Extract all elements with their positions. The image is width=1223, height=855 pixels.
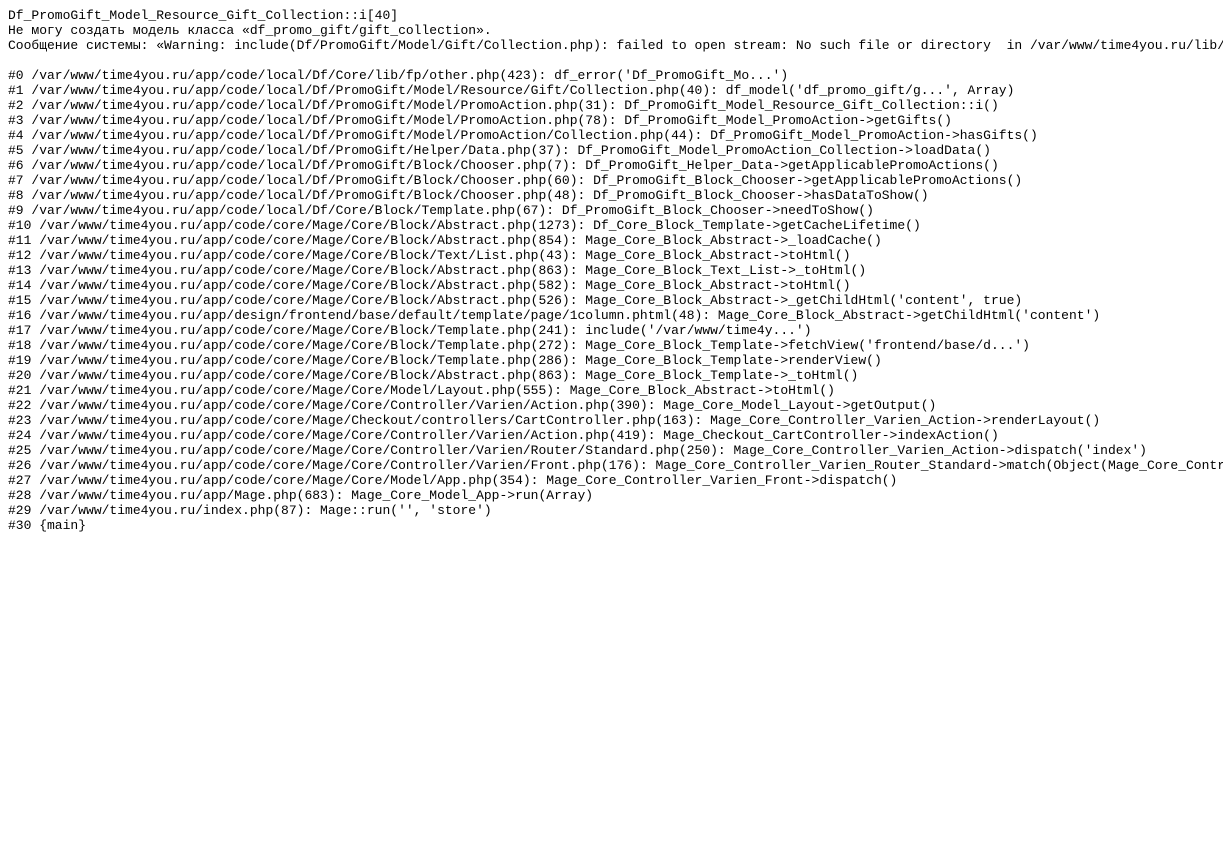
stack-trace-line: #14 /var/www/time4you.ru/app/code/core/M… <box>8 278 1215 293</box>
stack-trace-line: #27 /var/www/time4you.ru/app/code/core/M… <box>8 473 1215 488</box>
stack-trace-line: #8 /var/www/time4you.ru/app/code/local/D… <box>8 188 1215 203</box>
stack-trace-line: #15 /var/www/time4you.ru/app/code/core/M… <box>8 293 1215 308</box>
stack-trace-line: #16 /var/www/time4you.ru/app/design/fron… <box>8 308 1215 323</box>
stack-trace-line: #18 /var/www/time4you.ru/app/code/core/M… <box>8 338 1215 353</box>
stack-trace-line: #17 /var/www/time4you.ru/app/code/core/M… <box>8 323 1215 338</box>
stack-trace-line: #6 /var/www/time4you.ru/app/code/local/D… <box>8 158 1215 173</box>
error-message-line: Не могу создать модель класса «df_promo_… <box>8 23 1215 38</box>
stack-trace-line: #12 /var/www/time4you.ru/app/code/core/M… <box>8 248 1215 263</box>
error-dump: Df_PromoGift_Model_Resource_Gift_Collect… <box>8 8 1215 533</box>
system-message-line: Сообщение системы: «Warning: include(Df/… <box>8 38 1215 53</box>
stack-trace-line: #9 /var/www/time4you.ru/app/code/local/D… <box>8 203 1215 218</box>
stack-trace-line: #0 /var/www/time4you.ru/app/code/local/D… <box>8 68 1215 83</box>
stack-trace-line: #2 /var/www/time4you.ru/app/code/local/D… <box>8 98 1215 113</box>
stack-trace-line: #21 /var/www/time4you.ru/app/code/core/M… <box>8 383 1215 398</box>
stack-trace: #0 /var/www/time4you.ru/app/code/local/D… <box>8 68 1215 533</box>
stack-trace-line: #24 /var/www/time4you.ru/app/code/core/M… <box>8 428 1215 443</box>
stack-trace-line: #20 /var/www/time4you.ru/app/code/core/M… <box>8 368 1215 383</box>
stack-trace-line: #26 /var/www/time4you.ru/app/code/core/M… <box>8 458 1215 473</box>
stack-trace-line: #25 /var/www/time4you.ru/app/code/core/M… <box>8 443 1215 458</box>
blank-line <box>8 53 1215 68</box>
stack-trace-line: #1 /var/www/time4you.ru/app/code/local/D… <box>8 83 1215 98</box>
stack-trace-line: #23 /var/www/time4you.ru/app/code/core/M… <box>8 413 1215 428</box>
class-reference-line: Df_PromoGift_Model_Resource_Gift_Collect… <box>8 8 1215 23</box>
stack-trace-line: #7 /var/www/time4you.ru/app/code/local/D… <box>8 173 1215 188</box>
stack-trace-line: #13 /var/www/time4you.ru/app/code/core/M… <box>8 263 1215 278</box>
stack-trace-line: #11 /var/www/time4you.ru/app/code/core/M… <box>8 233 1215 248</box>
stack-trace-line: #3 /var/www/time4you.ru/app/code/local/D… <box>8 113 1215 128</box>
stack-trace-line: #19 /var/www/time4you.ru/app/code/core/M… <box>8 353 1215 368</box>
stack-trace-line: #5 /var/www/time4you.ru/app/code/local/D… <box>8 143 1215 158</box>
stack-trace-line: #4 /var/www/time4you.ru/app/code/local/D… <box>8 128 1215 143</box>
stack-trace-line: #30 {main} <box>8 518 1215 533</box>
stack-trace-line: #28 /var/www/time4you.ru/app/Mage.php(68… <box>8 488 1215 503</box>
stack-trace-line: #22 /var/www/time4you.ru/app/code/core/M… <box>8 398 1215 413</box>
stack-trace-line: #10 /var/www/time4you.ru/app/code/core/M… <box>8 218 1215 233</box>
stack-trace-line: #29 /var/www/time4you.ru/index.php(87): … <box>8 503 1215 518</box>
